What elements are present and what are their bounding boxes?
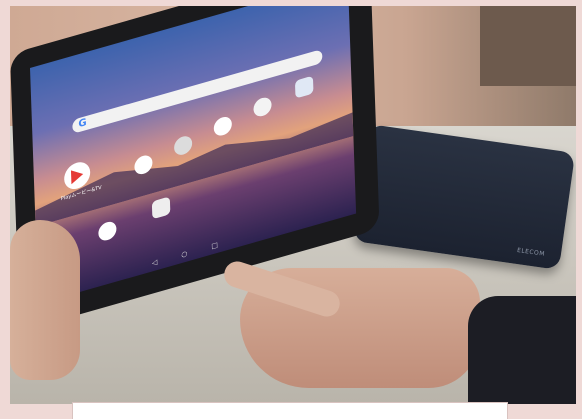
photos-icon bbox=[98, 219, 117, 243]
settings-icon bbox=[173, 134, 193, 158]
google-g-icon: G bbox=[78, 116, 87, 131]
left-hand bbox=[10, 220, 80, 380]
files-icon bbox=[151, 196, 171, 220]
caption-box bbox=[72, 402, 508, 419]
wall-shadow bbox=[480, 6, 576, 86]
calendar-icon bbox=[294, 75, 314, 99]
black-sleeve bbox=[468, 296, 576, 404]
photo: ELECOM G Playムービー&TV ◁○□ bbox=[10, 6, 576, 404]
speaker-brand-label: ELECOM bbox=[516, 246, 546, 258]
google-search-bar: G bbox=[72, 49, 323, 134]
chrome-icon bbox=[213, 114, 233, 138]
clock-icon bbox=[253, 95, 272, 119]
